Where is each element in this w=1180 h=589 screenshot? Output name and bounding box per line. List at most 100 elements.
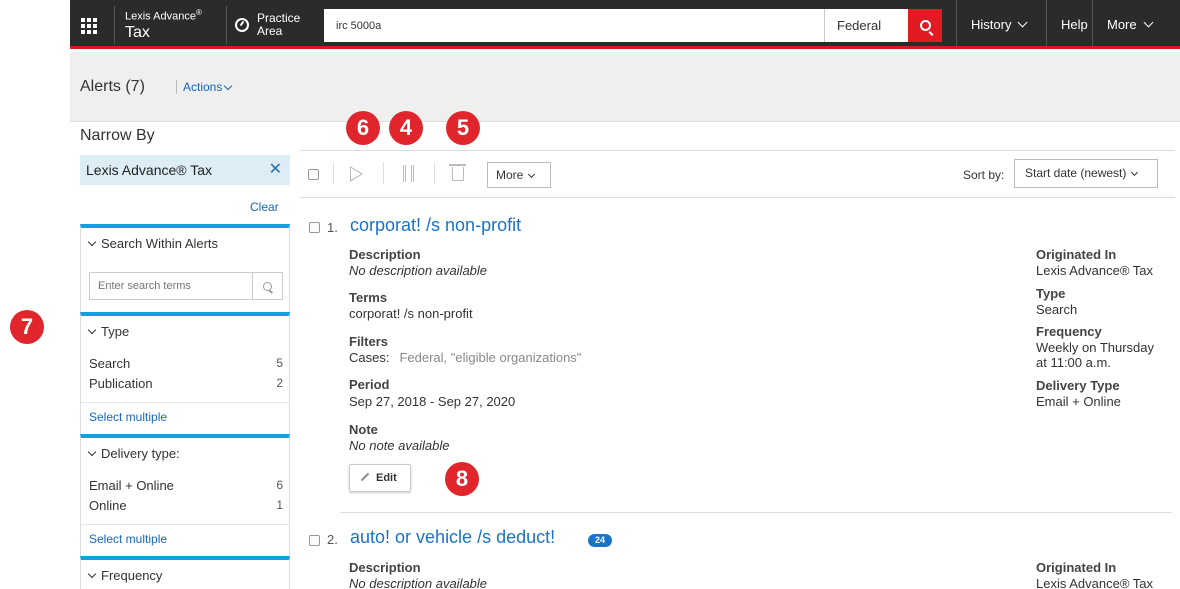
sort-by-select[interactable]: Start date (newest): [1014, 159, 1158, 188]
facet-item-label: Online: [89, 498, 127, 513]
terms-label: Terms: [349, 290, 388, 305]
facet-label: Delivery type:: [101, 446, 180, 461]
edit-label: Edit: [376, 472, 397, 484]
facet-item-search[interactable]: Search 5: [89, 356, 283, 371]
search-icon: [919, 20, 931, 31]
result-title-link[interactable]: auto! or vehicle /s deduct!: [350, 527, 555, 548]
facet-delivery-type: Delivery type: Email + Online 6 Online 1 S…: [80, 434, 290, 556]
facet-header-type[interactable]: Type: [81, 316, 289, 339]
nav-accent-line: [70, 46, 1180, 49]
chevron-down-icon: [1143, 17, 1154, 28]
search-within-input[interactable]: [90, 273, 250, 299]
main-search-input[interactable]: [324, 9, 824, 42]
callout-badge-5: 5: [446, 111, 480, 145]
page-header: Alerts (7) Actions: [70, 52, 1180, 122]
note-value: No note available: [349, 438, 450, 453]
chevron-down-icon: [87, 447, 97, 457]
divider: [81, 402, 289, 403]
type-label: Type: [1036, 286, 1066, 301]
new-results-badge: 24: [588, 534, 612, 547]
result-title-link[interactable]: corporat! /s non-profit: [350, 215, 521, 236]
brand-product: Tax: [125, 23, 150, 41]
select-multiple-link[interactable]: Select multiple: [89, 410, 167, 424]
search-within-button[interactable]: [252, 273, 282, 299]
facet-item-label: Email + Online: [89, 478, 174, 493]
callout-badge-8: 8: [445, 462, 479, 496]
facet-header-search-within[interactable]: Search Within Alerts: [81, 228, 289, 251]
facet-item-label: Publication: [89, 376, 153, 391]
help-link[interactable]: Help: [1046, 0, 1092, 49]
trash-icon[interactable]: [449, 164, 466, 181]
facet-item-count: 6: [276, 478, 283, 492]
resume-icon[interactable]: [350, 166, 363, 182]
result-number: 1.: [327, 220, 338, 235]
chevron-down-icon: [87, 569, 97, 579]
select-all-checkbox[interactable]: [308, 169, 319, 180]
apps-grid-icon[interactable]: [70, 12, 108, 40]
filters-label: Filters: [349, 334, 389, 349]
frequency-value: Weekly on Thursday: [1036, 340, 1155, 355]
result-checkbox[interactable]: [309, 535, 320, 546]
result-number: 2.: [327, 532, 338, 547]
chevron-down-icon: [87, 325, 97, 335]
search-within-box: [89, 272, 283, 300]
page-title: Alerts (7): [80, 78, 145, 95]
note-label: Note: [349, 422, 378, 437]
originated-label: Originated In: [1036, 560, 1117, 575]
select-multiple-link[interactable]: Select multiple: [89, 532, 167, 546]
originated-value: Lexis Advance® Tax: [1036, 576, 1154, 589]
top-nav: Lexis Advance® Tax Practice Area Federal…: [70, 0, 1180, 49]
history-menu[interactable]: History: [956, 0, 1046, 49]
facet-item-count: 1: [276, 498, 283, 512]
description-label: Description: [349, 560, 421, 575]
close-icon[interactable]: ✕: [269, 155, 282, 185]
terms-value: corporat! /s non-profit: [349, 306, 473, 321]
description-value: No description available: [349, 576, 488, 589]
facet-item-email-online[interactable]: Email + Online 6: [89, 478, 283, 493]
practice-area-button[interactable]: Practice Area: [226, 6, 300, 44]
chevron-down-icon: [528, 170, 536, 179]
pause-icon[interactable]: [403, 165, 414, 182]
facet-label: Search Within Alerts: [101, 236, 219, 251]
divider: [383, 162, 384, 184]
filters-value: Cases: Federal, "eligible organizations": [349, 350, 581, 365]
callout-badge-6: 6: [346, 111, 380, 145]
facet-item-count: 2: [276, 376, 283, 390]
facet-header-frequency[interactable]: Frequency: [81, 560, 289, 583]
pencil-icon: [360, 472, 370, 482]
chevron-down-icon: [224, 81, 233, 91]
callout-badge-4: 4: [389, 111, 423, 145]
toolbar-top-border: [300, 150, 1175, 151]
originated-value: Lexis Advance® Tax: [1036, 263, 1154, 278]
toolbar-more-button[interactable]: More: [487, 162, 551, 188]
divider: [434, 162, 435, 184]
callout-badge-7: 7: [10, 310, 44, 344]
divider: [333, 162, 334, 184]
result-checkbox[interactable]: [309, 222, 320, 233]
more-menu[interactable]: More: [1092, 0, 1180, 49]
facet-item-online[interactable]: Online 1: [89, 498, 283, 513]
jurisdiction-select[interactable]: Federal: [824, 9, 908, 42]
facet-item-count: 5: [276, 356, 283, 370]
facet-type: Type Search 5 Publication 2 Select multipl…: [80, 312, 290, 434]
search-button[interactable]: [908, 9, 942, 42]
facet-header-delivery[interactable]: Delivery type:: [81, 438, 289, 461]
facet-item-publication[interactable]: Publication 2: [89, 376, 283, 391]
actions-menu[interactable]: Actions: [176, 80, 233, 94]
delivery-type-value: Email + Online: [1036, 394, 1121, 409]
brand-name: Lexis Advance: [125, 10, 196, 23]
product-logo[interactable]: Lexis Advance® Tax: [114, 6, 224, 44]
chevron-down-icon: [1018, 17, 1028, 28]
brand-reg: ®: [195, 8, 202, 17]
filters-detail: Federal, "eligible organizations": [399, 350, 582, 365]
frequency-time: at 11:00 a.m.: [1036, 355, 1111, 370]
description-value: No description available: [349, 263, 488, 278]
clear-filters-link[interactable]: Clear: [250, 200, 279, 214]
edit-button[interactable]: Edit: [349, 464, 411, 492]
facet-item-label: Search: [89, 356, 131, 371]
toolbar-bottom-border: [300, 197, 1175, 198]
facet-label: Type: [101, 324, 130, 339]
stopwatch-icon: [235, 18, 249, 32]
divider: [81, 524, 289, 525]
actions-label: Actions: [183, 80, 223, 94]
